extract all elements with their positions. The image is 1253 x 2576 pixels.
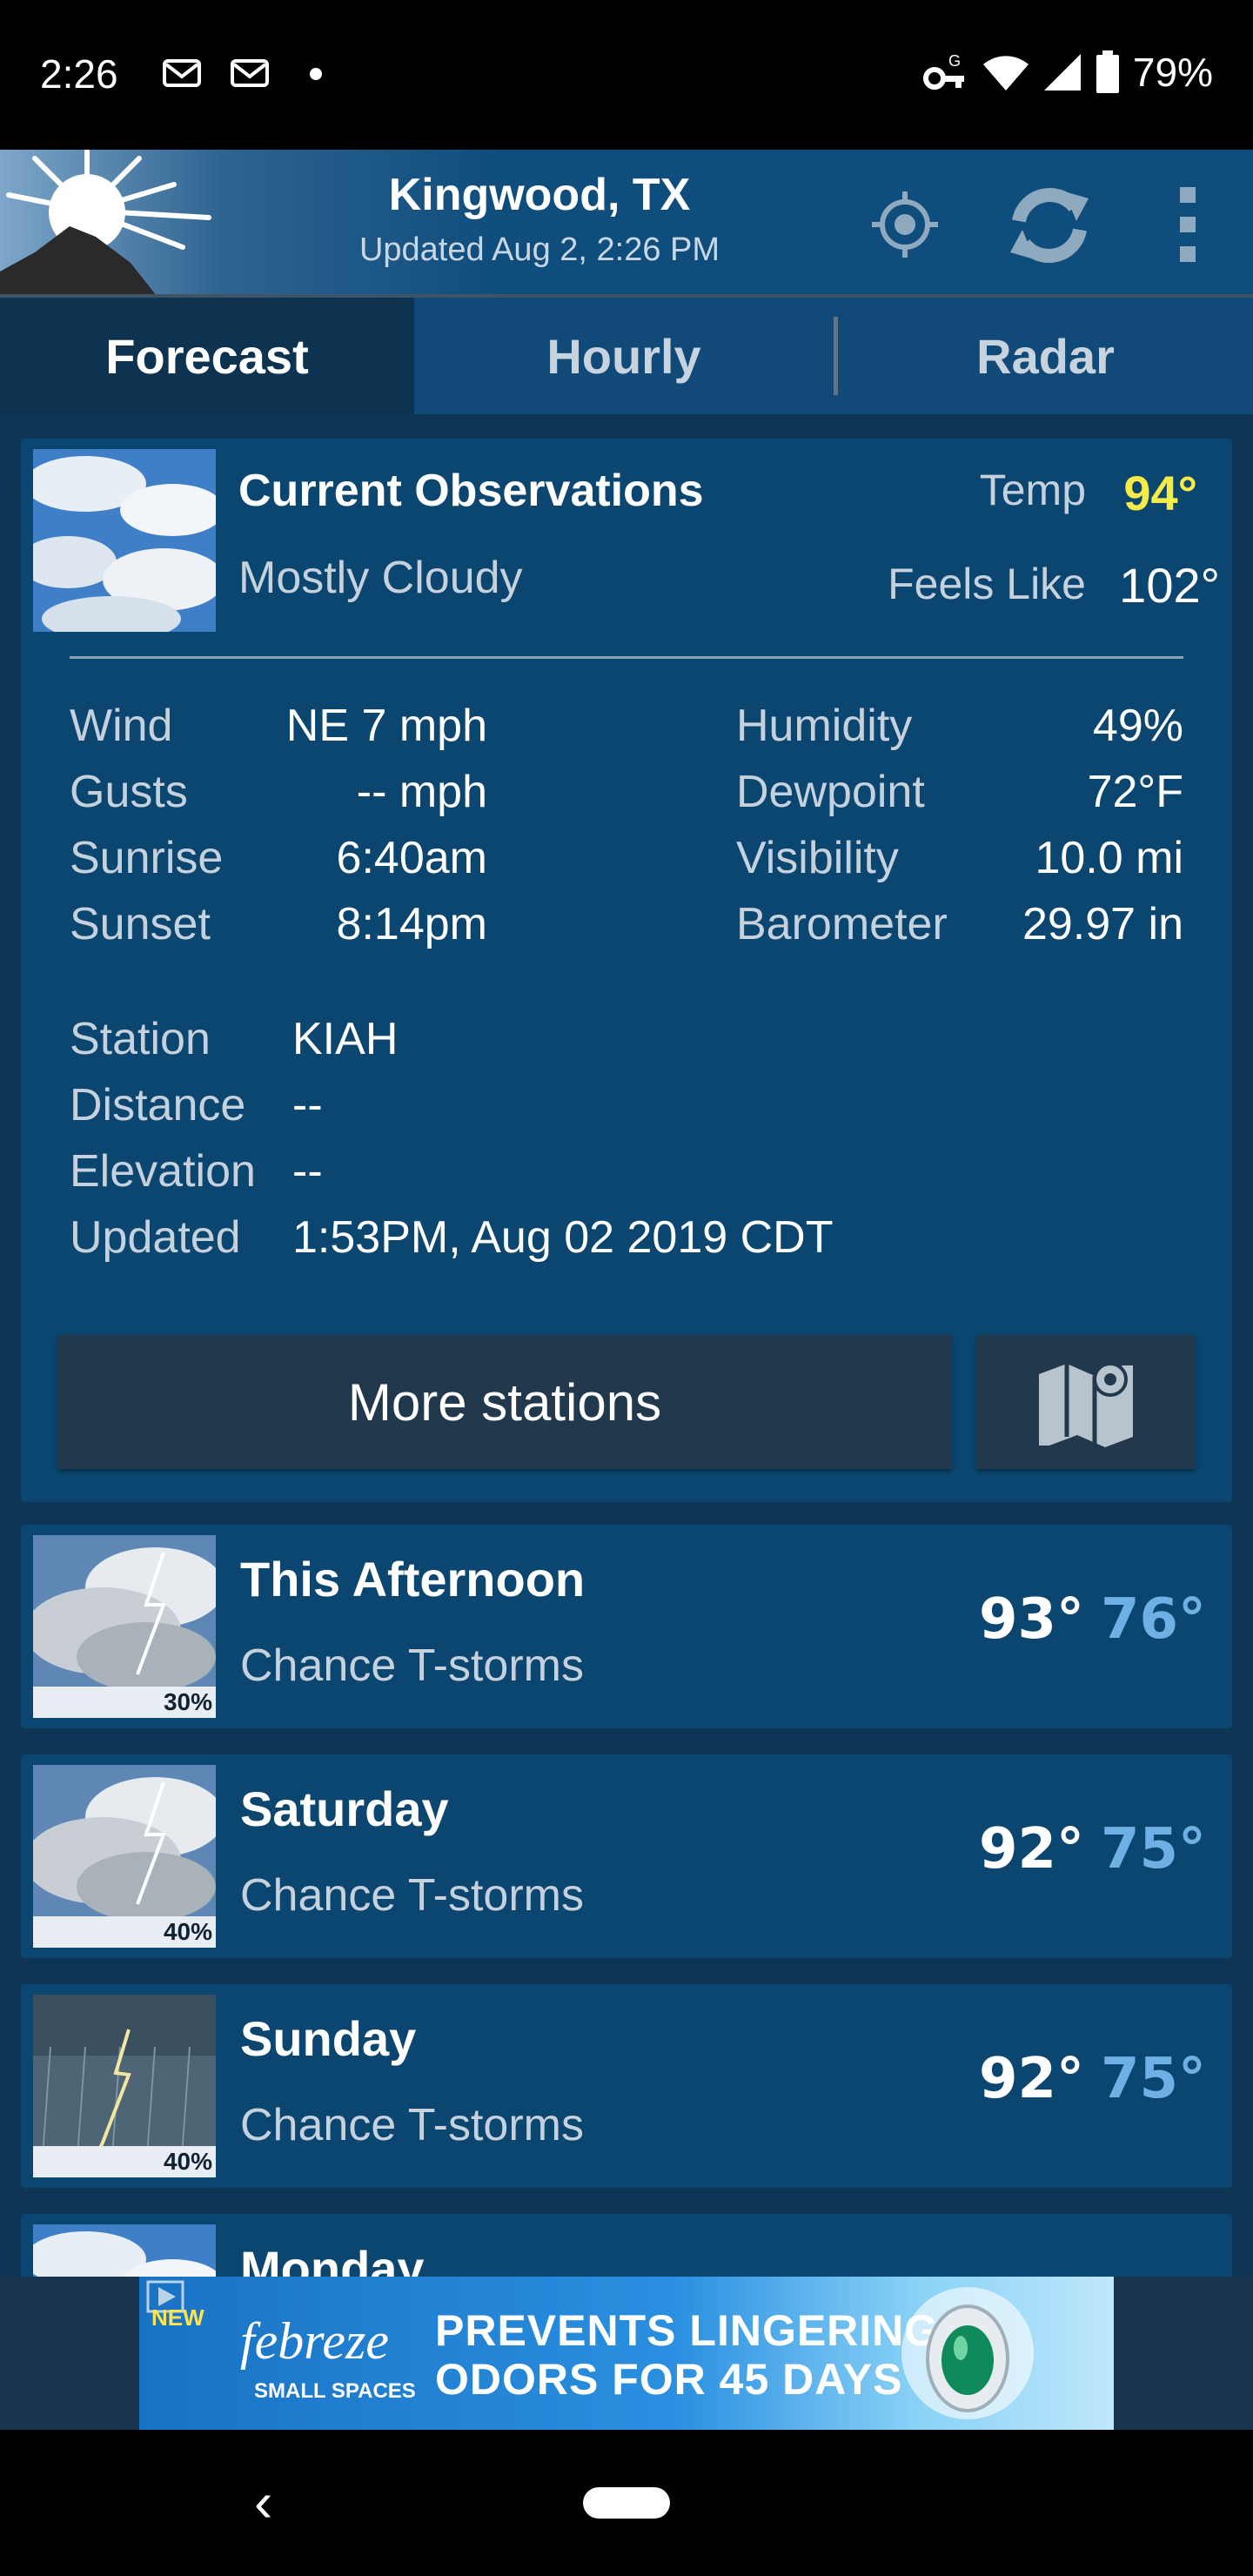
mostly-cloudy-icon: [33, 449, 216, 632]
ad-headline-line-2: ODORS FOR 45 DAYS: [435, 2355, 903, 2404]
ad-brand-sub: SMALL SPACES: [254, 2379, 416, 2403]
thunderstorm-icon: 30%: [33, 1535, 216, 1718]
ad-new-badge: NEW: [151, 2304, 204, 2331]
section-divider: [70, 656, 1183, 659]
forecast-low: 76°: [1100, 1587, 1206, 1652]
refresh-icon: [1010, 188, 1089, 263]
visibility-value: 10.0 mi: [1035, 833, 1183, 883]
distance-value: --: [292, 1080, 323, 1130]
observation-updated-label: Updated: [70, 1212, 241, 1263]
ad-product-image: [901, 2287, 1034, 2419]
ad-headline: PREVENTS LINGERING ODORS FOR 45 DAYS: [435, 2306, 939, 2404]
forecast-condition: Chance T-storms: [240, 1870, 584, 1921]
back-icon[interactable]: ‹: [254, 2470, 272, 2534]
current-observations-card[interactable]: Current Observations Mostly Cloudy Temp …: [21, 439, 1232, 1502]
ad-banner-area: NEW febreze SMALL SPACES PREVENTS LINGER…: [0, 2277, 1253, 2430]
svg-text:G: G: [948, 52, 961, 70]
email-icon: [163, 59, 201, 87]
map-icon: [1039, 1362, 1133, 1447]
sunset-label: Sunset: [70, 899, 211, 949]
more-vert-icon: [1180, 187, 1196, 262]
gusts-value: -- mph: [356, 767, 487, 817]
forecast-row[interactable]: 30% This Afternoon Chance T-storms 93° 7…: [21, 1525, 1232, 1728]
station-value: KIAH: [292, 1014, 399, 1064]
status-bar: 2:26 G 79%: [0, 0, 1253, 150]
elevation-value: --: [292, 1146, 323, 1197]
locate-button[interactable]: [861, 181, 948, 268]
signal-icon: [1043, 54, 1081, 91]
forecast-row[interactable]: 40% Sunday Chance T-storms 92° 75°: [21, 1984, 1232, 2188]
feels-like-label: Feels Like: [888, 560, 1086, 608]
humidity-label: Humidity: [736, 701, 913, 751]
gusts-label: Gusts: [70, 767, 188, 817]
forecast-day: This Afternoon: [240, 1552, 586, 1607]
home-pill-icon[interactable]: [583, 2487, 670, 2519]
wind-value: NE 7 mph: [285, 701, 487, 751]
tab-radar[interactable]: Radar: [838, 298, 1253, 414]
sunset-value: 8:14pm: [336, 899, 487, 949]
tab-hourly[interactable]: Hourly: [414, 298, 834, 414]
forecast-day: Saturday: [240, 1781, 449, 1836]
forecast-low: 75°: [1100, 1817, 1206, 1882]
forecast-day: Sunday: [240, 2011, 417, 2066]
station-label: Station: [70, 1014, 211, 1064]
more-stations-button[interactable]: More stations: [57, 1335, 952, 1469]
barometer-label: Barometer: [736, 899, 948, 949]
wind-label: Wind: [70, 701, 173, 751]
vpn-key-icon: G: [922, 52, 964, 90]
precip-chance: 40%: [163, 1918, 212, 1945]
precip-chance: 30%: [163, 1688, 212, 1715]
app-logo-icon: [0, 150, 211, 296]
distance-label: Distance: [70, 1080, 246, 1130]
ad-brand: febreze: [240, 2312, 390, 2370]
tab-forecast[interactable]: Forecast: [0, 298, 414, 414]
humidity-value: 49%: [1092, 701, 1183, 751]
current-condition: Mostly Cloudy: [238, 553, 523, 603]
ad-headline-line-1: PREVENTS LINGERING: [435, 2306, 940, 2355]
forecast-high: 92°: [978, 2047, 1084, 2111]
sunrise-value: 6:40am: [336, 833, 487, 883]
refresh-button[interactable]: [997, 181, 1102, 268]
battery-percent: 79%: [1132, 50, 1213, 95]
overflow-menu-button[interactable]: [1157, 181, 1218, 268]
elevation-label: Elevation: [70, 1146, 256, 1197]
system-nav-bar: ‹: [0, 2430, 1253, 2576]
forecast-low: 75°: [1100, 2047, 1206, 2111]
dewpoint-value: 72°F: [1087, 767, 1183, 817]
updated-timestamp: Updated Aug 2, 2:26 PM: [358, 231, 720, 268]
locate-icon: [872, 191, 938, 258]
observation-updated-value: 1:53PM, Aug 02 2019 CDT: [292, 1212, 834, 1263]
current-temp: 94°: [1123, 466, 1197, 520]
app-header: Kingwood, TX Updated Aug 2, 2:26 PM: [0, 150, 1253, 296]
thunderstorm-icon: 40%: [33, 1765, 216, 1948]
current-observations-title: Current Observations: [238, 466, 704, 516]
status-time: 2:26: [40, 51, 118, 97]
precip-chance: 40%: [163, 2148, 212, 2175]
notification-dot-icon: [310, 68, 322, 80]
lightning-rain-icon: 40%: [33, 1995, 216, 2177]
forecast-condition: Chance T-storms: [240, 2100, 584, 2150]
forecast-row[interactable]: 40% Saturday Chance T-storms 92° 75°: [21, 1754, 1232, 1958]
battery-icon: [1096, 50, 1119, 93]
feels-like-value: 102°: [1119, 558, 1220, 613]
temp-label: Temp: [979, 466, 1086, 514]
wifi-icon: [982, 56, 1029, 91]
barometer-value: 29.97 in: [1022, 899, 1183, 949]
tab-bar: Forecast Hourly Radar: [0, 298, 1253, 414]
forecast-high: 93°: [978, 1587, 1084, 1652]
dewpoint-label: Dewpoint: [736, 767, 925, 817]
visibility-label: Visibility: [736, 833, 899, 883]
forecast-high: 92°: [978, 1817, 1084, 1882]
ad-banner[interactable]: NEW febreze SMALL SPACES PREVENTS LINGER…: [139, 2277, 1114, 2430]
location-title: Kingwood, TX: [388, 170, 691, 220]
forecast-condition: Chance T-storms: [240, 1640, 584, 1691]
email-icon: [231, 59, 269, 87]
station-map-button[interactable]: [976, 1335, 1196, 1469]
